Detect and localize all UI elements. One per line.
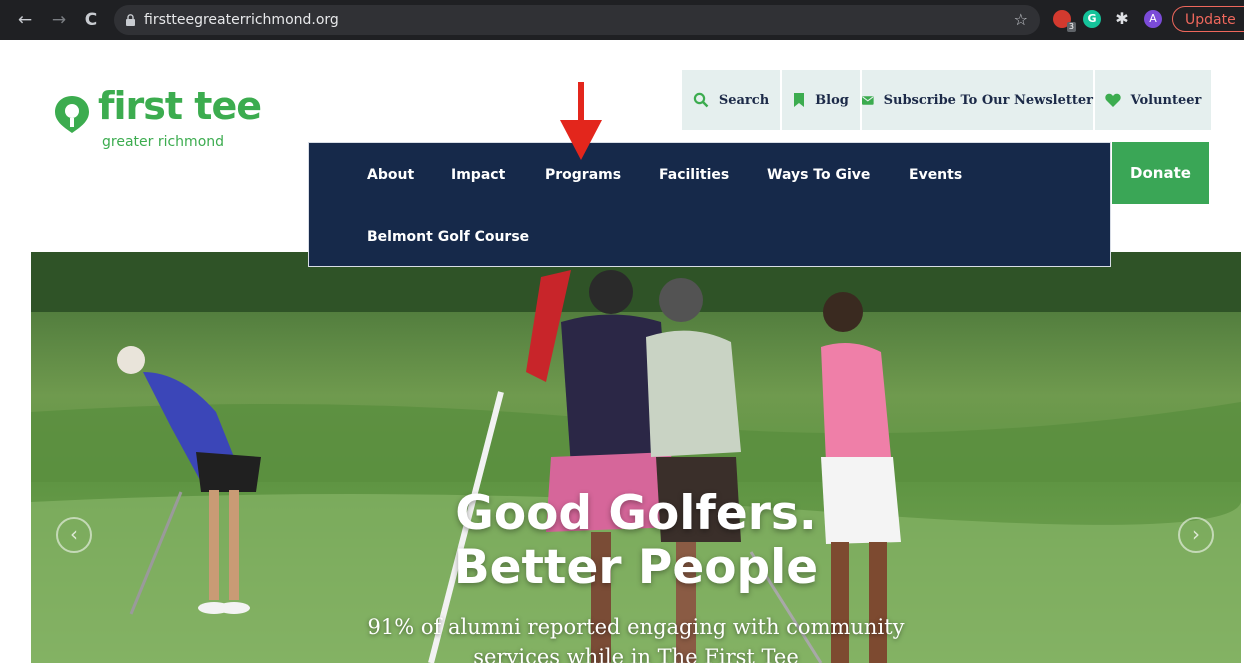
nav-item-ways-to-give[interactable]: Ways To Give [767, 167, 870, 183]
nav-item-about[interactable]: About [367, 167, 414, 183]
extension-badge: 3 [1066, 22, 1076, 32]
donate-button[interactable]: Donate [1112, 142, 1209, 204]
hero-carousel: ‹ › Good Golfers. Better People 91% of a… [31, 252, 1241, 663]
search-icon [693, 92, 709, 108]
bookmark-icon [794, 93, 805, 107]
logo-wordmark: first tee [98, 84, 262, 128]
nav-item-facilities[interactable]: Facilities [659, 167, 729, 183]
hero-headline-line-2: Better People [453, 540, 819, 595]
heart-icon [1104, 93, 1121, 107]
lock-icon[interactable] [126, 14, 135, 26]
blog-label: Blog [815, 92, 849, 108]
grammarly-extension-icon[interactable]: G [1083, 10, 1101, 28]
nav-item-events[interactable]: Events [909, 167, 962, 183]
volunteer-label: Volunteer [1130, 92, 1202, 108]
main-navigation: About Impact Programs Facilities Ways To… [308, 142, 1111, 267]
back-icon[interactable]: ← [12, 6, 38, 34]
hero-subline-line-1: 91% of alumni reported engaging with com… [367, 615, 905, 639]
reload-icon[interactable]: C [78, 6, 104, 34]
browser-toolbar: ← → C firstteegreaterrichmond.org ☆ 3 G … [0, 0, 1244, 40]
hero-headline-line-1: Good Golfers. [455, 486, 817, 541]
address-bar[interactable]: firstteegreaterrichmond.org ☆ [114, 5, 1040, 35]
forward-icon[interactable]: → [46, 6, 72, 34]
newsletter-link[interactable]: Subscribe To Our Newsletter [862, 70, 1093, 130]
blog-link[interactable]: Blog [782, 70, 860, 130]
update-button[interactable]: Update [1172, 6, 1244, 32]
bookmark-star-icon[interactable]: ☆ [1014, 5, 1028, 35]
hero-subline-line-2: services while in The First Tee [473, 645, 799, 663]
url-text: firstteegreaterrichmond.org [144, 12, 339, 28]
annotation-arrow-icon [560, 82, 602, 160]
extension-icon[interactable]: 3 [1053, 10, 1076, 32]
hero-photo [31, 252, 1241, 663]
newsletter-label: Subscribe To Our Newsletter [883, 92, 1093, 108]
logo-pin-icon [55, 96, 89, 133]
extensions-puzzle-icon[interactable]: ✱ [1113, 10, 1131, 28]
search-link[interactable]: Search [682, 70, 780, 130]
nav-item-belmont-golf-course[interactable]: Belmont Golf Course [367, 229, 529, 245]
nav-item-impact[interactable]: Impact [451, 167, 505, 183]
search-label: Search [718, 92, 770, 108]
profile-avatar[interactable]: A [1144, 10, 1162, 28]
envelope-icon [862, 95, 874, 105]
logo-subtitle: greater richmond [102, 134, 225, 150]
volunteer-link[interactable]: Volunteer [1095, 70, 1211, 130]
nav-item-programs[interactable]: Programs [545, 167, 621, 183]
